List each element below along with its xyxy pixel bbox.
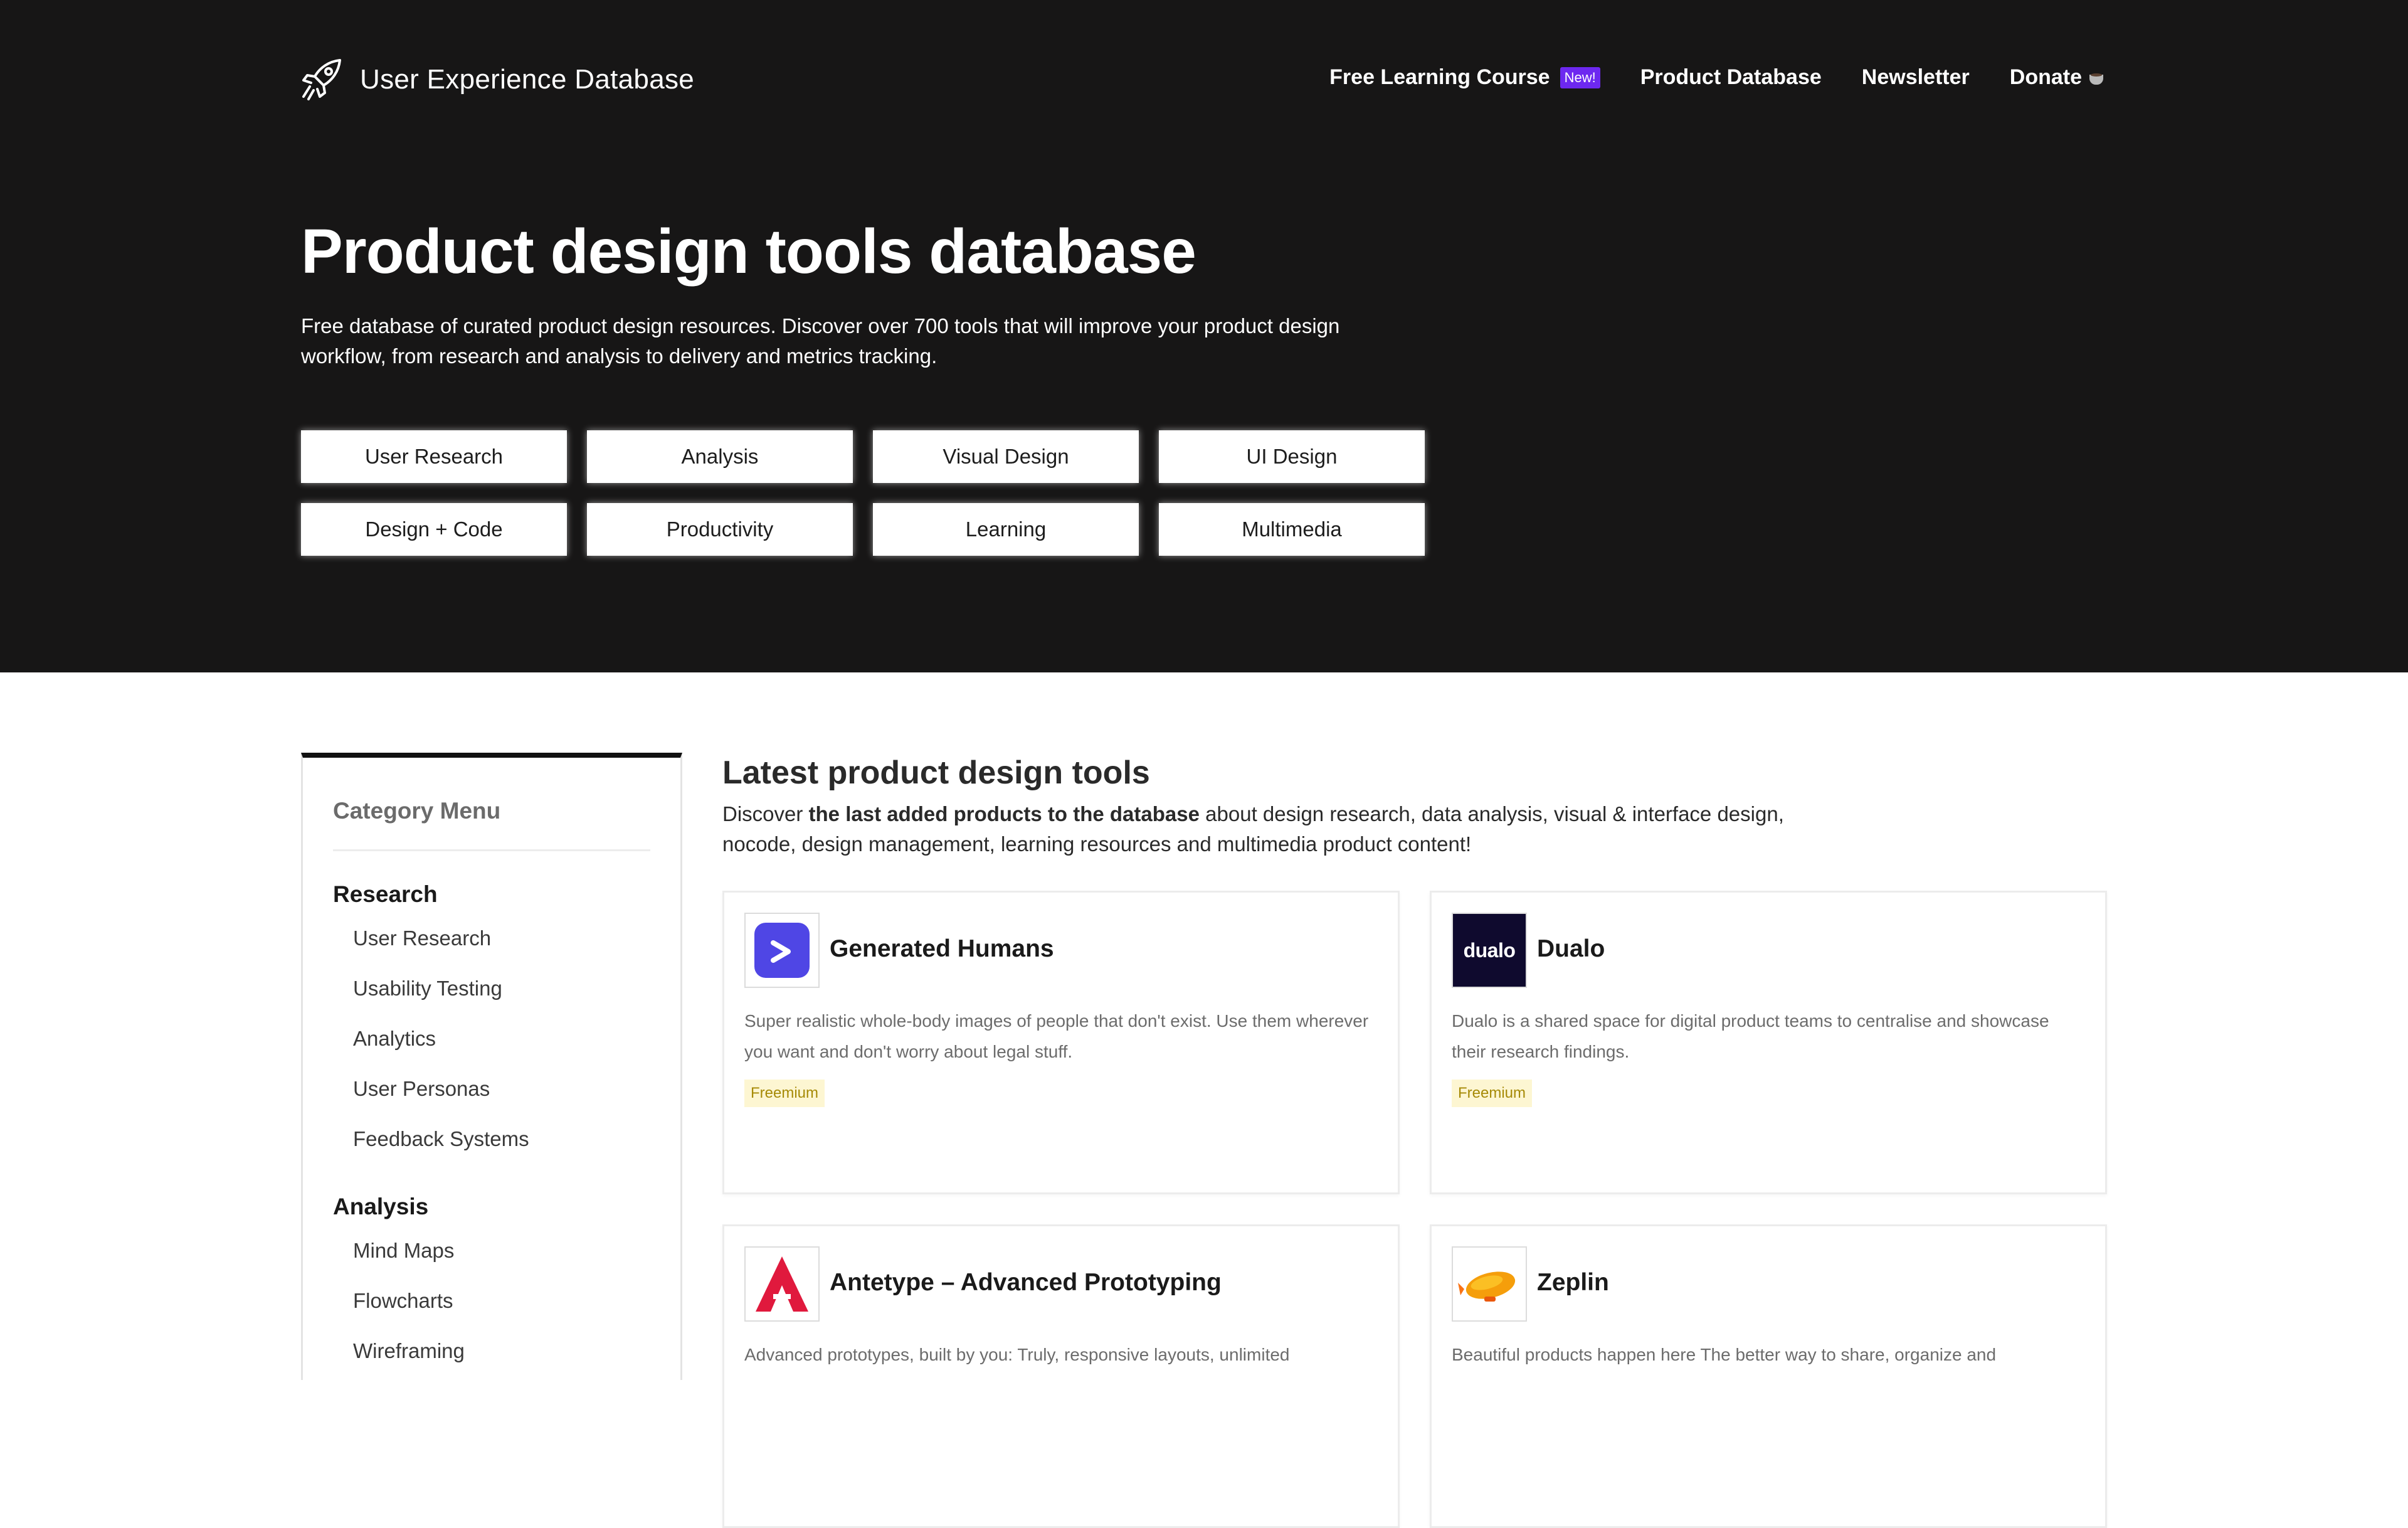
nav-newsletter[interactable]: Newsletter <box>1862 65 1970 90</box>
generated-humans-icon <box>754 923 810 978</box>
tool-description: Dualo is a shared space for digital prod… <box>1452 1011 2049 1061</box>
dualo-logo: dualo <box>1452 913 1527 988</box>
nav-free-learning-course[interactable]: Free Learning Course New! <box>1329 65 1600 90</box>
tool-description: Super realistic whole-body images of peo… <box>744 1011 1369 1061</box>
category-buttons: User Research Analysis Visual Design UI … <box>301 430 1425 556</box>
category-button-productivity[interactable]: Productivity <box>587 503 853 556</box>
nav-label: Newsletter <box>1861 65 1970 89</box>
page-title: Product design tools database <box>301 216 1196 287</box>
hero-description: Free database of curated product design … <box>301 314 1340 368</box>
tool-name: Generated Humans <box>830 935 1054 962</box>
pricing-badge: Freemium <box>1452 1080 1533 1107</box>
sidebar-item-analytics[interactable]: Analytics <box>333 1014 647 1064</box>
site-title: User Experience Database <box>360 64 695 95</box>
tool-cards: Generated Humans Super realistic whole-b… <box>722 891 2107 1528</box>
sidebar-item-mind-maps[interactable]: Mind Maps <box>333 1226 647 1276</box>
sidebar-item-user-research[interactable]: User Research <box>333 913 647 963</box>
category-button-analysis[interactable]: Analysis <box>587 430 853 483</box>
sidebar-item-flowcharts[interactable]: Flowcharts <box>333 1276 647 1326</box>
nav-label: Free Learning Course <box>1329 65 1550 89</box>
category-button-user-research[interactable]: User Research <box>301 430 567 483</box>
hero-section: User Experience Database Free Learning C… <box>0 0 2408 672</box>
sidebar-item-feedback-systems[interactable]: Feedback Systems <box>333 1114 647 1164</box>
sidebar-item-wireframing[interactable]: Wireframing <box>333 1326 647 1376</box>
category-button-visual-design[interactable]: Visual Design <box>873 430 1139 483</box>
tool-name: Dualo <box>1537 935 1605 962</box>
tool-card-generated-humans[interactable]: Generated Humans Super realistic whole-b… <box>722 891 1400 1194</box>
coffee-cup-icon <box>2088 71 2107 85</box>
tool-card-antetype[interactable]: Antetype – Advanced Prototyping Advanced… <box>722 1224 1400 1528</box>
nav-product-database[interactable]: Product Database <box>1640 65 1822 90</box>
section-title: Latest product design tools <box>722 755 1150 791</box>
category-button-learning[interactable]: Learning <box>873 503 1139 556</box>
antetype-logo <box>744 1246 820 1322</box>
zeplin-logo <box>1452 1246 1527 1322</box>
divider <box>333 849 650 851</box>
category-heading-research[interactable]: Research <box>333 876 647 913</box>
antetype-icon <box>756 1256 808 1312</box>
description-bold: the last added products to the database <box>808 802 1200 825</box>
tool-card-dualo[interactable]: dualo Dualo Dualo is a shared space for … <box>1430 891 2107 1194</box>
sidebar-item-usability-testing[interactable]: Usability Testing <box>333 963 647 1014</box>
tool-name: Zeplin <box>1537 1269 1609 1296</box>
tool-card-zeplin[interactable]: Zeplin Beautiful products happen here Th… <box>1430 1224 2107 1528</box>
section-description: Discover the last added products to the … <box>722 799 1851 859</box>
generated-humans-logo <box>744 913 820 988</box>
main-nav: Free Learning Course New! Product Databa… <box>1289 65 2107 90</box>
description-prefix: Discover <box>722 802 809 825</box>
category-button-ui-design[interactable]: UI Design <box>1159 430 1425 483</box>
category-menu: Category Menu Research User Research Usa… <box>301 753 682 1380</box>
category-button-design-code[interactable]: Design + Code <box>301 503 567 556</box>
pricing-badge: Freemium <box>744 1080 825 1107</box>
rocket-icon <box>302 59 341 100</box>
latest-tools-section: Latest product design tools Discover the… <box>722 750 2107 1528</box>
zeppelin-icon <box>1458 1271 1516 1302</box>
category-list: Research User Research Usability Testing… <box>333 876 647 1376</box>
tool-name: Antetype – Advanced Prototyping <box>830 1269 1222 1296</box>
category-button-multimedia[interactable]: Multimedia <box>1159 503 1425 556</box>
category-menu-title: Category Menu <box>333 798 501 824</box>
category-heading-analysis[interactable]: Analysis <box>333 1188 647 1226</box>
sidebar-item-user-personas[interactable]: User Personas <box>333 1064 647 1114</box>
nav-label: Donate <box>2009 65 2082 89</box>
dualo-logo-text: dualo <box>1463 938 1516 962</box>
site-logo[interactable]: User Experience Database <box>301 58 694 102</box>
new-badge: New! <box>1560 66 1600 88</box>
nav-donate[interactable]: Donate <box>2010 65 2107 90</box>
nav-label: Product Database <box>1640 65 1822 89</box>
